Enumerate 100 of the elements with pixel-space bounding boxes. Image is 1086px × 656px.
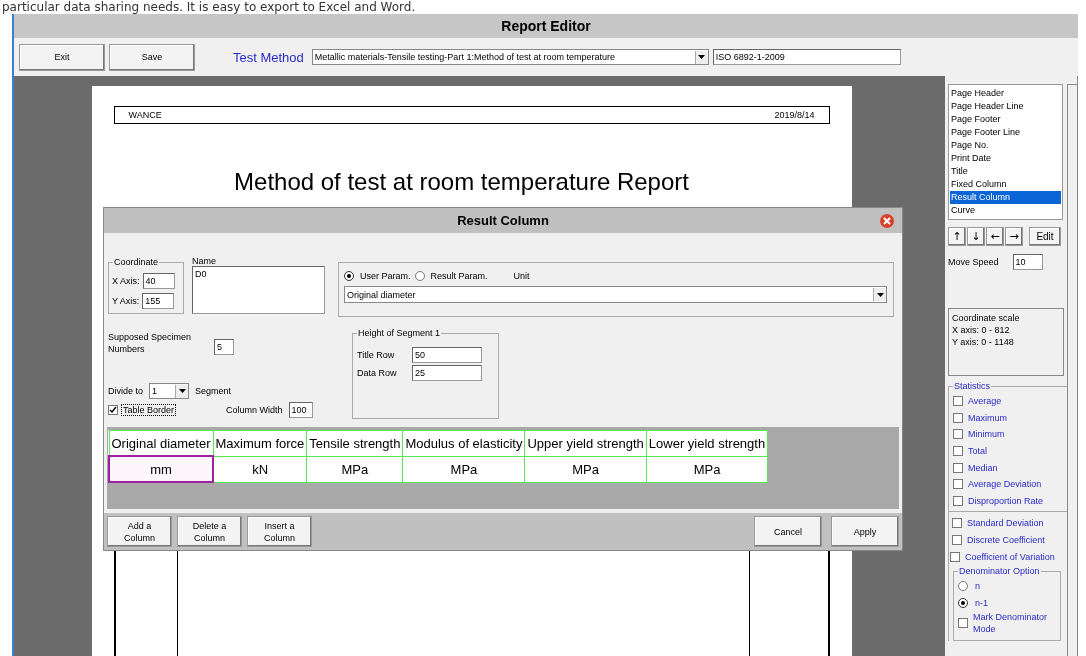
dialog-button[interactable]: Cancel (754, 516, 822, 547)
list-item[interactable]: Page Header (950, 87, 1061, 100)
arrow-button[interactable]: → (1005, 227, 1023, 246)
arrow-button[interactable]: ↓ (967, 227, 985, 246)
group-legend: Coordinate (113, 257, 160, 268)
checkbox-label: Disproportion Rate (968, 495, 1044, 506)
unit-cell[interactable]: mm (109, 456, 213, 482)
checkbox[interactable] (953, 462, 963, 473)
unit-label: Unit (513, 271, 530, 281)
field-label: Supposed Specimen Numbers (108, 331, 193, 355)
list-item[interactable]: Curve (950, 204, 1061, 217)
list-item[interactable]: Fixed Column (950, 178, 1061, 191)
scale-text: X axis: 0 - 812 (952, 324, 1011, 336)
toolbar-button[interactable]: Exit (19, 43, 105, 71)
radio-label: Result Param. (430, 271, 488, 281)
dialog-title: Result Column (457, 213, 549, 228)
radio-label: n-1 (975, 597, 988, 608)
checkbox-label: Average Deviation (968, 479, 1042, 490)
checkbox-label: Median (968, 462, 998, 473)
scale-text: Y axis: 0 - 1148 (952, 336, 1015, 348)
column-button[interactable]: Insert a Column (247, 516, 312, 547)
unit-cell[interactable]: MPa (306, 456, 403, 482)
move-speed-label: Move Speed (948, 257, 999, 267)
checkbox[interactable] (953, 446, 963, 457)
radio-button[interactable] (344, 271, 354, 281)
field-label: X Axis: (112, 276, 140, 286)
column-header[interactable]: Modulus of elasticity (402, 430, 525, 456)
row-height-field[interactable]: 50 (412, 347, 482, 363)
list-item[interactable]: Print Date (950, 152, 1061, 165)
segment-dropdown[interactable]: 1 (149, 383, 189, 399)
test-method-dropdown[interactable]: Metallic materials-Tensile testing-Part 1:Method of test at room temperature (311, 49, 709, 65)
specimen-field[interactable]: 5 (214, 339, 234, 355)
checkbox[interactable] (953, 396, 963, 407)
unit-cell[interactable]: MPa (402, 456, 525, 482)
checkbox[interactable] (108, 405, 118, 415)
checkbox[interactable] (953, 495, 963, 506)
list-item[interactable]: Result Column (950, 191, 1061, 204)
checkbox-label: Total (968, 446, 987, 457)
radio-button[interactable] (414, 271, 425, 281)
column-header[interactable]: Maximum force (213, 430, 307, 456)
caret-icon (175, 384, 188, 398)
group-legend: Denominator Option (958, 565, 1041, 577)
checkbox[interactable] (953, 479, 963, 490)
checkbox[interactable] (953, 412, 963, 423)
toolbar-button[interactable]: Save (109, 43, 195, 71)
checkbox-label: Standard Deviation (967, 518, 1044, 529)
checkbox-label: Mark Denominator Mode (973, 611, 1049, 636)
row-height-field[interactable]: 25 (412, 365, 482, 381)
dialog-button[interactable]: Apply (831, 516, 899, 547)
column-header[interactable]: Upper yield strength (525, 430, 647, 456)
checkbox[interactable] (952, 535, 962, 546)
caret-icon (694, 50, 708, 64)
checkbox-label: Average (968, 396, 1002, 407)
list-item[interactable]: Page Footer Line (950, 126, 1061, 139)
list-item[interactable]: Page No. (950, 139, 1061, 152)
list-item[interactable]: Page Header Line (950, 100, 1061, 113)
unit-cell[interactable]: kN (213, 456, 307, 482)
column-header[interactable]: Lower yield strength (646, 430, 768, 456)
group-legend: Height of Segment 1 (357, 328, 442, 339)
name-field[interactable]: D0 (192, 266, 325, 314)
checkbox[interactable] (953, 429, 963, 440)
checkbox-label: Minimum (968, 429, 1005, 440)
window-title: Report Editor (14, 14, 1078, 38)
x-axis-field[interactable]: 40 (142, 273, 175, 289)
column-width-field[interactable]: 100 (288, 402, 313, 418)
list-item[interactable]: Page Footer (950, 113, 1061, 126)
field-label: Column Width (226, 405, 283, 415)
header-text: WANCE (128, 110, 162, 120)
header-date: 2019/8/14 (774, 110, 815, 120)
checkbox[interactable] (958, 618, 968, 629)
y-axis-field[interactable]: 155 (142, 293, 175, 309)
edit-button[interactable]: Edit (1029, 227, 1061, 246)
field-label: Data Row (357, 368, 398, 378)
standard-field[interactable]: ISO 6892-1-2009 (712, 49, 901, 65)
list-item[interactable]: Title (950, 165, 1061, 178)
radio-label: User Param. (360, 271, 411, 281)
column-button[interactable]: Delete a Column (177, 516, 242, 547)
report-title: Method of test at room temperature Report (233, 168, 690, 196)
radio-label: n (975, 581, 980, 592)
checkbox[interactable] (952, 518, 962, 529)
field-label: Name (192, 256, 217, 266)
column-button[interactable]: Add a Column (107, 516, 172, 547)
arrow-button[interactable]: ↑ (948, 227, 966, 246)
checkbox-label: Maximum (968, 412, 1007, 423)
field-label: Title Row (357, 350, 396, 360)
close-icon[interactable] (880, 214, 894, 228)
field-label: Y Axis: (112, 296, 140, 306)
unit-cell[interactable]: MPa (646, 456, 768, 482)
column-header[interactable]: Tensile strength (306, 430, 403, 456)
radio-button[interactable] (958, 597, 968, 608)
parameter-dropdown[interactable]: Original diameter (344, 286, 887, 303)
move-speed-field[interactable]: 10 (1012, 254, 1043, 270)
checkbox-label: Discrete Coefficient (967, 535, 1045, 546)
arrow-button[interactable]: ← (986, 227, 1004, 246)
group-legend: Statistics (953, 381, 991, 392)
field-label: Segment (195, 386, 232, 396)
checkbox-label: Table Border (121, 404, 177, 416)
radio-button[interactable] (958, 581, 968, 592)
checkbox[interactable] (950, 551, 960, 562)
unit-cell[interactable]: MPa (525, 456, 647, 482)
